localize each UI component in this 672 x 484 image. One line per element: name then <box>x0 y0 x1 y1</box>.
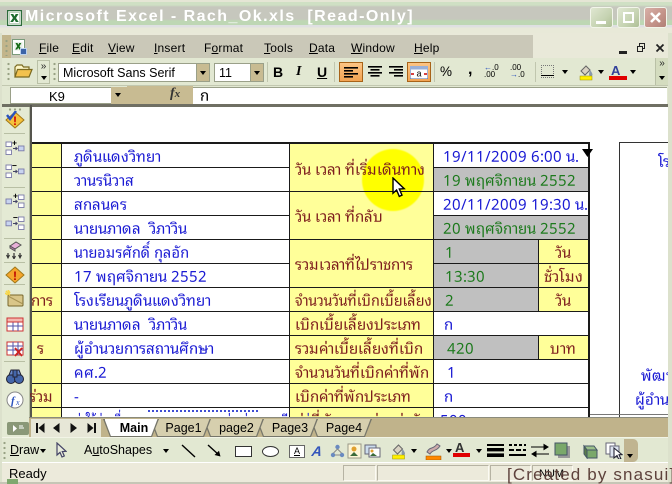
svg-text:+: + <box>12 139 17 148</box>
svg-text:−: − <box>13 214 18 223</box>
svg-text:+: + <box>13 192 18 201</box>
svg-text:−: − <box>12 162 17 171</box>
svg-text:a: a <box>416 69 421 79</box>
svg-text:x: x <box>15 398 20 407</box>
svg-text:!: ! <box>13 269 17 283</box>
